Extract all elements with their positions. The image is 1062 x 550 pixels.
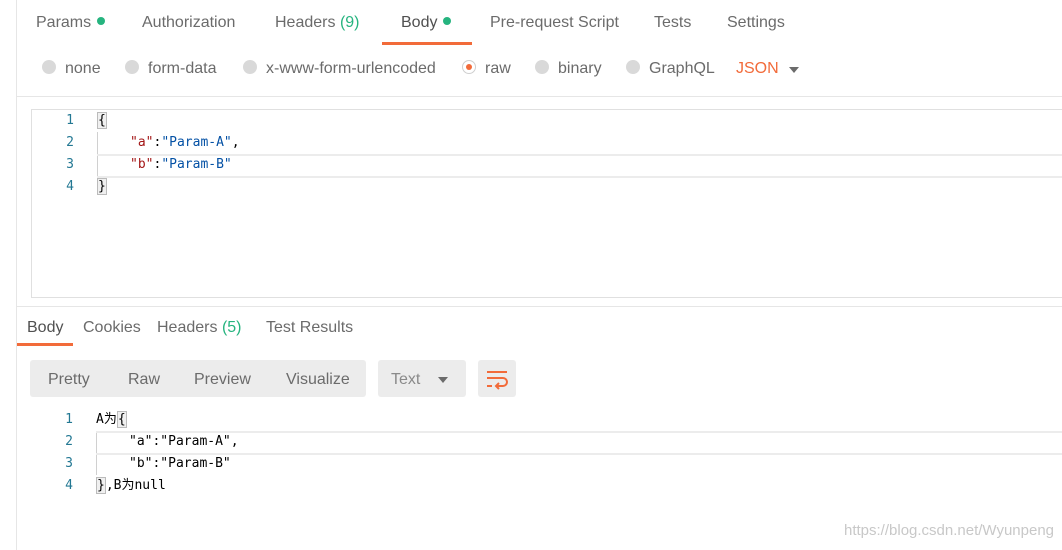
- open-brace: {: [116, 411, 127, 428]
- radio-binary[interactable]: binary: [535, 60, 602, 78]
- line-number: 1: [65, 412, 73, 427]
- json-value: "Param-B": [161, 157, 232, 172]
- line-number: 3: [65, 456, 73, 471]
- code-text: "b":"Param-B": [129, 456, 231, 471]
- radio-graphql-icon: [626, 60, 640, 74]
- response-body-viewer[interactable]: 1 A为{ 2 "a":"Param-A", 3 "b":"Param-B" 4…: [31, 409, 1062, 509]
- radio-binary-icon: [535, 60, 549, 74]
- code-text: A为{: [96, 409, 127, 431]
- response-tab-headers[interactable]: Headers (5): [157, 319, 242, 337]
- tab-headers[interactable]: Headers (9): [275, 14, 360, 32]
- response-tab-headers-count: (5): [221, 319, 242, 336]
- request-body-editor[interactable]: 1 { 2 "a":"Param-A", 3 "b":"Param-B" 4 }: [31, 109, 1062, 298]
- response-tab-headers-label: Headers: [157, 319, 218, 336]
- radio-raw-checked-icon: [462, 60, 476, 74]
- radio-form-data[interactable]: form-data: [125, 60, 216, 78]
- response-tab-underline: [17, 343, 73, 346]
- radio-urlencoded-icon: [243, 60, 257, 74]
- active-tab-underline: [382, 42, 472, 45]
- radio-none-icon: [42, 60, 56, 74]
- line-number: 1: [66, 113, 74, 128]
- response-prefix: A为: [96, 412, 117, 427]
- view-preview-button[interactable]: Preview: [194, 371, 251, 389]
- code-text: {: [97, 110, 107, 132]
- json-value: "Param-A": [161, 135, 232, 150]
- body-indicator-dot: [443, 17, 452, 25]
- code-text: "a":"Param-A",: [130, 132, 240, 154]
- radio-raw[interactable]: raw: [462, 60, 511, 78]
- tab-authorization[interactable]: Authorization: [142, 14, 235, 32]
- divider: [17, 306, 1062, 307]
- wrap-lines-button[interactable]: [478, 360, 516, 397]
- code-text: "b":"Param-B": [130, 154, 232, 176]
- left-border: [16, 0, 17, 550]
- close-brace: }: [97, 178, 107, 195]
- radio-raw-label: raw: [485, 60, 511, 77]
- response-type-label: Text: [391, 371, 421, 388]
- radio-none[interactable]: none: [42, 60, 101, 78]
- code-line: 2 "a":"Param-A",: [31, 431, 1062, 453]
- radio-binary-label: binary: [558, 60, 602, 77]
- code-line: 3 "b":"Param-B": [31, 453, 1062, 475]
- radio-none-label: none: [65, 60, 101, 77]
- json-comma: ,: [231, 135, 240, 150]
- open-brace: {: [97, 112, 107, 129]
- tab-tests[interactable]: Tests: [654, 14, 691, 32]
- chevron-down-icon[interactable]: [789, 67, 799, 73]
- code-line: 2 "a":"Param-A",: [32, 132, 1062, 154]
- radio-graphql[interactable]: GraphQL: [626, 60, 715, 78]
- chevron-down-icon: [438, 377, 448, 383]
- view-mode-group: Pretty Raw Preview Visualize: [30, 360, 366, 397]
- tab-headers-count: (9): [339, 14, 360, 31]
- line-number: 2: [66, 135, 74, 150]
- radio-form-data-icon: [125, 60, 139, 74]
- tab-params[interactable]: Params: [36, 14, 106, 32]
- tab-settings[interactable]: Settings: [727, 14, 785, 32]
- radio-form-data-label: form-data: [148, 60, 217, 77]
- code-text: "a":"Param-A",: [129, 434, 239, 449]
- watermark: https://blog.csdn.net/Wyunpeng: [844, 522, 1054, 539]
- format-select[interactable]: JSON: [736, 60, 779, 78]
- tab-headers-label: Headers: [275, 14, 336, 31]
- response-tab-test-results[interactable]: Test Results: [266, 319, 353, 337]
- view-pretty-button[interactable]: Pretty: [48, 371, 90, 389]
- line-number: 4: [66, 179, 74, 194]
- code-line: 4 },B为null: [31, 475, 1062, 497]
- tab-params-label: Params: [36, 14, 92, 31]
- radio-urlencoded[interactable]: x-www-form-urlencoded: [243, 60, 436, 78]
- response-suffix: ,B为null: [105, 478, 166, 493]
- line-number: 3: [66, 157, 74, 172]
- code-line: 1 {: [32, 110, 1062, 132]
- line-number: 4: [65, 478, 73, 493]
- response-tab-body[interactable]: Body: [27, 319, 63, 337]
- tab-body-label: Body: [401, 14, 438, 31]
- line-number: 2: [65, 434, 73, 449]
- code-line: 4 }: [32, 176, 1062, 198]
- code-line: 3 "b":"Param-B": [32, 154, 1062, 176]
- response-type-select[interactable]: Text: [378, 360, 466, 397]
- params-indicator-dot: [97, 17, 106, 25]
- view-raw-button[interactable]: Raw: [128, 371, 160, 389]
- radio-graphql-label: GraphQL: [649, 60, 715, 77]
- tab-pre-request-script[interactable]: Pre-request Script: [490, 14, 619, 32]
- json-key: "a": [130, 135, 154, 150]
- code-line: 1 A为{: [31, 409, 1062, 431]
- code-text: },B为null: [96, 475, 166, 497]
- divider: [17, 96, 1062, 97]
- tab-body[interactable]: Body: [401, 14, 452, 32]
- response-tab-cookies[interactable]: Cookies: [83, 319, 141, 337]
- view-visualize-button[interactable]: Visualize: [286, 371, 350, 389]
- json-key: "b": [130, 157, 154, 172]
- code-text: }: [97, 176, 107, 198]
- radio-urlencoded-label: x-www-form-urlencoded: [266, 60, 436, 77]
- wrap-lines-icon: [487, 371, 508, 390]
- close-brace: }: [96, 477, 106, 494]
